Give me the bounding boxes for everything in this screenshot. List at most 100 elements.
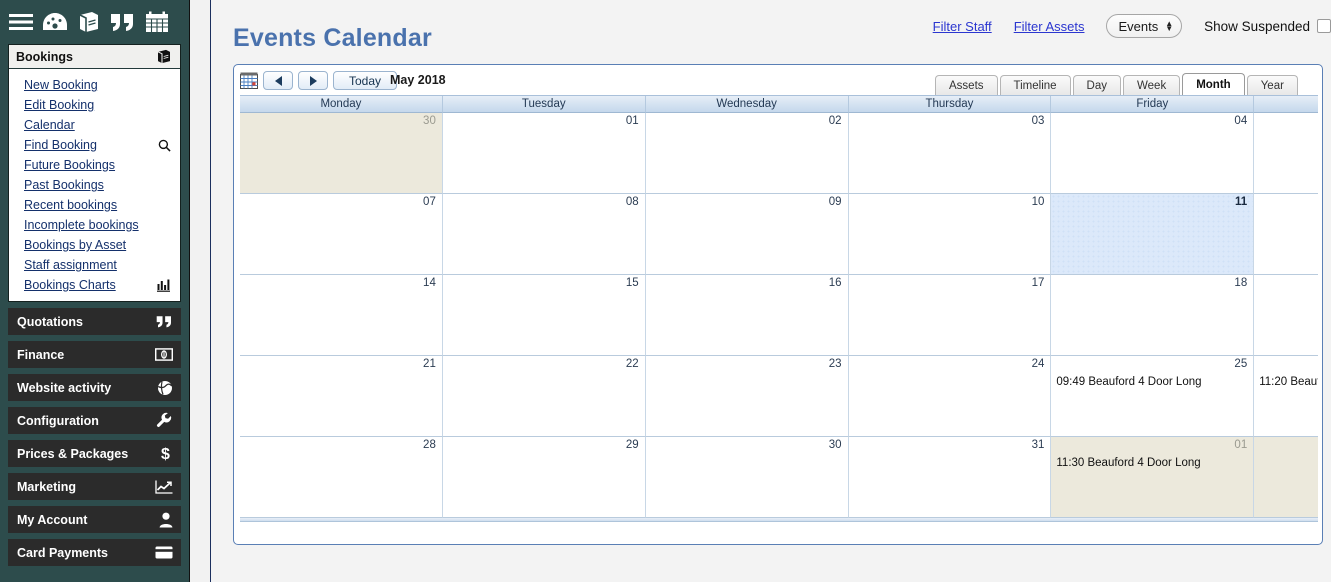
chevron-right-icon	[309, 75, 317, 86]
trend-chart-icon	[155, 480, 173, 494]
calendar-event[interactable]: 09:49 Beauford 4 Door Long	[1056, 376, 1201, 388]
sidebar-link-label: Incomplete bookings	[24, 218, 139, 232]
sidebar-section-marketing[interactable]: Marketing	[8, 473, 181, 500]
sidebar-section-configuration[interactable]: Configuration	[8, 407, 181, 434]
calendar-day-cell[interactable]: 23	[645, 356, 849, 437]
calendar-day-number: 29	[625, 439, 639, 451]
sidebar-item-find-booking[interactable]: Find Booking	[9, 135, 180, 155]
calendar-day-cell[interactable]: 30	[240, 113, 443, 194]
quotations-icon[interactable]	[108, 7, 138, 37]
calendar-day-cell[interactable]: 15	[442, 275, 646, 356]
calendar-day-cell[interactable]: 19	[1254, 275, 1318, 356]
menu-icon[interactable]	[6, 7, 36, 37]
filter-staff-link[interactable]: Filter Staff	[933, 19, 992, 34]
tab-year[interactable]: Year	[1246, 75, 1298, 95]
events-select-value: Events	[1118, 18, 1159, 34]
today-button[interactable]: Today	[333, 71, 397, 90]
calendar-day-cell[interactable]: 28	[240, 437, 443, 518]
calendar-week-row: 30010203040506	[240, 113, 1318, 194]
calendar-day-cell[interactable]: 08	[442, 194, 646, 275]
dollar-icon: $	[160, 445, 173, 462]
calendar-day-cell[interactable]: 04	[1051, 113, 1255, 194]
calendar-icon[interactable]	[142, 7, 172, 37]
calendar-day-cell[interactable]: 02	[1254, 437, 1318, 518]
calendar-day-cell[interactable]: 02	[645, 113, 849, 194]
calendar-event[interactable]: 11:20 Beauford 4 Door Long	[1259, 376, 1318, 388]
calendar-day-number: 24	[1031, 358, 1045, 370]
filter-assets-link[interactable]: Filter Assets	[1014, 19, 1085, 34]
bookings-panel-header[interactable]: Bookings	[9, 45, 180, 69]
sidebar-section-prices-packages[interactable]: Prices & Packages $	[8, 440, 181, 467]
events-select[interactable]: Events ▲ ▼	[1106, 14, 1183, 38]
sidebar-section-quotations[interactable]: Quotations	[8, 308, 181, 335]
calendar-day-number: 07	[423, 196, 436, 208]
calendar-day-cell[interactable]: 30	[645, 437, 849, 518]
calendar-day-number: 08	[625, 196, 639, 208]
dashboard-icon[interactable]	[40, 7, 70, 37]
calendar-day-number: 30	[828, 439, 842, 451]
sidebar-item-recent-bookings[interactable]: Recent bookings	[9, 195, 180, 215]
calendar-day-cell[interactable]: 09	[645, 194, 849, 275]
wrench-icon	[156, 412, 173, 429]
prev-month-button[interactable]	[263, 71, 293, 90]
calendar-day-number: 30	[423, 115, 436, 127]
sidebar: Bookings New Booking Edit Booking Calend…	[0, 0, 190, 582]
calendar-day-cell[interactable]: 01 11:30 Beauford 4 Door Long	[1051, 437, 1255, 518]
tab-week[interactable]: Week	[1123, 75, 1181, 95]
sidebar-section-finance[interactable]: Finance	[8, 341, 181, 368]
header-toolbar: Filter Staff Filter Assets Events ▲ ▼ Sho…	[933, 14, 1331, 38]
calendar-day-cell[interactable]: 24	[848, 356, 1052, 437]
calendar-day-cell[interactable]: 29	[442, 437, 646, 518]
calendar-day-cell[interactable]: 22	[442, 356, 646, 437]
sidebar-item-past-bookings[interactable]: Past Bookings	[9, 175, 180, 195]
calendar-day-number: 01	[1234, 439, 1248, 451]
calendar-day-cell[interactable]: 2611:20 Beauford 4 Door Long	[1254, 356, 1318, 437]
calendar-day-number: 18	[1234, 277, 1248, 289]
sidebar-link-label: Future Bookings	[24, 158, 116, 172]
sidebar-item-edit-booking[interactable]: Edit Booking	[9, 95, 180, 115]
bookings-book-icon[interactable]	[74, 7, 104, 37]
sidebar-section-my-account[interactable]: My Account	[8, 506, 181, 533]
sidebar-link-label: Edit Booking	[24, 98, 95, 112]
calendar-day-number: 03	[1031, 115, 1045, 127]
calendar-day-cell[interactable]: 10	[848, 194, 1052, 275]
calendar-week-row: 282930310111:30 Beauford 4 Door Long0203	[240, 437, 1318, 518]
globe-icon	[157, 380, 173, 396]
calendar-day-number: 11	[1235, 196, 1248, 208]
calendar-week-row: 14151617181920	[240, 275, 1318, 356]
calendar-day-cell[interactable]: 14	[240, 275, 443, 356]
tab-assets[interactable]: Assets	[935, 75, 998, 95]
calendar-day-cell[interactable]: 31	[848, 437, 1052, 518]
tab-day[interactable]: Day	[1072, 75, 1121, 95]
calendar-day-cell[interactable]: 21	[240, 356, 443, 437]
calendar-day-cell[interactable]: 03	[848, 113, 1052, 194]
sidebar-section-card-payments[interactable]: Card Payments	[8, 539, 181, 566]
calendar-day-cell[interactable]: 12	[1254, 194, 1318, 275]
calendar-day-number: 25	[1234, 358, 1248, 370]
calendar-nav-group: Today	[240, 71, 397, 90]
calendar-day-cell[interactable]: 07	[240, 194, 443, 275]
calendar-day-cell[interactable]: 18	[1051, 275, 1255, 356]
calendar-month-label: May 2018	[390, 73, 446, 87]
calendar-day-cell[interactable]: 16	[645, 275, 849, 356]
sidebar-section-website-activity[interactable]: Website activity	[8, 374, 181, 401]
sidebar-item-new-booking[interactable]: New Booking	[9, 75, 180, 95]
sidebar-item-incomplete-bookings[interactable]: Incomplete bookings	[9, 215, 180, 235]
sidebar-item-future-bookings[interactable]: Future Bookings	[9, 155, 180, 175]
tab-timeline[interactable]: Timeline	[999, 75, 1071, 95]
next-month-button[interactable]	[298, 71, 328, 90]
show-suspended-checkbox[interactable]	[1317, 19, 1331, 33]
calendar-day-cell[interactable]: 05	[1254, 113, 1318, 194]
calendar-day-cell[interactable]: 01	[442, 113, 646, 194]
sidebar-item-bookings-charts[interactable]: Bookings Charts	[9, 275, 180, 295]
calendar-picker-icon[interactable]	[240, 72, 258, 89]
show-suspended-control: Show Suspended	[1204, 19, 1331, 34]
calendar-event[interactable]: 11:30 Beauford 4 Door Long	[1056, 457, 1200, 469]
calendar-day-cell[interactable]: 17	[848, 275, 1052, 356]
calendar-day-cell[interactable]: 11	[1051, 194, 1255, 275]
tab-month[interactable]: Month	[1182, 73, 1245, 95]
sidebar-item-calendar[interactable]: Calendar	[9, 115, 180, 135]
sidebar-item-staff-assignment[interactable]: Staff assignment	[9, 255, 180, 275]
calendar-day-cell[interactable]: 25 09:49 Beauford 4 Door Long	[1051, 356, 1255, 437]
sidebar-item-bookings-by-asset[interactable]: Bookings by Asset	[9, 235, 180, 255]
